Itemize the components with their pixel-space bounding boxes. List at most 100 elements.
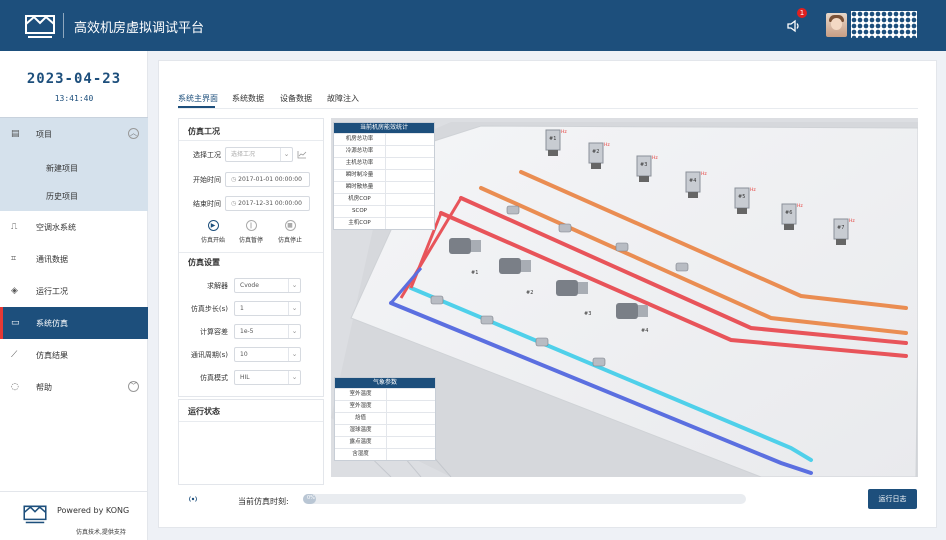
top-bar: 高效机房虚拟调试平台 1 — [0, 0, 946, 51]
sidebar-item-new-project[interactable]: 新建项目 — [0, 154, 148, 182]
project-icon: ▤ — [11, 129, 20, 139]
sidebar-item-operating[interactable]: ◈ 运行工况 — [0, 275, 148, 307]
tolerance-select[interactable]: 1e-5 ⌄ — [234, 324, 301, 339]
sidebar-item-comm[interactable]: ⌗ 通讯数据 — [0, 243, 148, 275]
sim-stop-button[interactable]: ■ 仿真停止 — [274, 220, 306, 244]
svg-text:Hz: Hz — [849, 218, 855, 224]
sidebar-item-label: 系统仿真 — [36, 319, 68, 328]
step-value: 1 — [240, 305, 244, 312]
chevron-down-icon: ⌄ — [288, 371, 300, 384]
svg-text:Hz: Hz — [604, 142, 610, 148]
play-icon: ▶ — [207, 220, 219, 231]
weather-row-label: 露点温度 — [335, 437, 387, 448]
end-time-value: 2017-12-31 00:00:00 — [238, 200, 302, 207]
solver-select[interactable]: Cvode ⌄ — [234, 278, 301, 293]
energy-row-label: SCOP — [334, 206, 386, 217]
sidebar-item-label: 仿真结果 — [36, 351, 68, 360]
start-time-label: 开始时间 — [193, 176, 221, 184]
comm-icon: ⌗ — [11, 254, 17, 264]
sidebar-item-label: 空调水系统 — [36, 223, 76, 232]
stop-icon: ■ — [284, 220, 296, 231]
chevron-down-icon[interactable]: ﹀ — [128, 381, 139, 392]
chiller-label: #3 — [584, 311, 591, 317]
chevron-down-icon: ⌄ — [288, 348, 300, 361]
tower-label: #5 — [738, 194, 745, 200]
sim-pause-label: 仿真暂停 — [238, 237, 263, 244]
run-status-title: 运行状态 — [188, 407, 220, 416]
tolerance-value: 1e-5 — [240, 328, 254, 335]
run-status-panel: 运行状态 — [178, 399, 324, 485]
trend-icon[interactable] — [297, 150, 307, 159]
chevron-down-icon: ⌄ — [280, 148, 292, 161]
select-condition-label: 选择工况 — [193, 151, 221, 159]
sidebar-item-results[interactable]: ⟋ 仿真结果 — [0, 339, 148, 371]
sidebar-item-hvac[interactable]: ⎍ 空调水系统 — [0, 211, 148, 243]
chevron-up-icon[interactable]: ︿ — [128, 128, 139, 139]
tower-label: #2 — [592, 149, 599, 155]
hvac-icon: ⎍ — [11, 222, 18, 232]
sim-start-button[interactable]: ▶ 仿真开始 — [197, 220, 229, 244]
notification-badge: 1 — [797, 8, 807, 18]
tower-label: #7 — [837, 225, 844, 231]
svg-text:Hz: Hz — [701, 171, 707, 177]
energy-row-label: 瞬时散热量 — [334, 182, 386, 193]
sim-mode-label: 仿真模式 — [200, 374, 228, 382]
divider — [179, 421, 323, 422]
sidebar-item-label: 项目 — [36, 130, 52, 139]
chiller-label: #1 — [471, 270, 478, 276]
app-title: 高效机房虚拟调试平台 — [74, 21, 205, 36]
sidebar-item-simulation[interactable]: ▭ 系统仿真 — [0, 307, 148, 339]
username-redacted[interactable] — [851, 11, 917, 38]
tab-system-data[interactable]: 系统数据 — [232, 93, 264, 104]
step-select[interactable]: 1 ⌄ — [234, 301, 301, 316]
tab-main[interactable]: 系统主界面 — [178, 93, 218, 104]
sim-stop-label: 仿真停止 — [277, 237, 302, 244]
chiller-label: #2 — [526, 290, 533, 296]
layers-icon: ◈ — [11, 286, 18, 296]
svg-text:Hz: Hz — [797, 203, 803, 209]
step-label: 仿真步长(s) — [190, 305, 228, 313]
weather-row-label: 含湿度 — [335, 449, 387, 460]
chevron-down-icon: ⌄ — [288, 279, 300, 292]
divider — [179, 140, 323, 141]
sim-mode-select[interactable]: HIL ⌄ — [234, 370, 301, 385]
tower-label: #1 — [549, 136, 556, 142]
sim-progress-bar: 0% — [303, 494, 746, 504]
energy-stats-table: 当前机房能效统计 机房总功率 冷源总功率 主机总功率 瞬时制冷量 瞬时散热量 机… — [333, 122, 435, 230]
powered-subtext: 仿真技术,提供支持 — [76, 529, 126, 536]
energy-row-label: 机房总功率 — [334, 134, 386, 145]
plant-diagram[interactable]: #1 #2 #3 #4 #5 #6 #7 Hz Hz Hz Hz Hz Hz Hz #1 … — [331, 118, 918, 477]
sidebar-item-label: 帮助 — [36, 383, 52, 392]
weather-row-label: 焓值 — [335, 413, 387, 424]
sidebar-item-label: 新建项目 — [46, 164, 78, 173]
start-time-input[interactable]: ◷ 2017-01-01 00:00:00 — [225, 172, 310, 187]
sidebar-item-project[interactable]: ▤ 项目 ︿ — [0, 118, 148, 150]
tab-device-data[interactable]: 设备数据 — [280, 93, 312, 104]
comm-period-select[interactable]: 10 ⌄ — [234, 347, 301, 362]
kong-logo — [25, 15, 55, 38]
condition-select[interactable]: 选择工况 ⌄ — [225, 147, 293, 162]
run-log-button[interactable]: 运行日志 — [868, 489, 917, 509]
end-time-input[interactable]: ◷ 2017-12-31 00:00:00 — [225, 196, 310, 211]
tab-fault-injection[interactable]: 故障注入 — [327, 93, 359, 104]
sidebar-item-help[interactable]: ◌ 帮助 ﹀ — [0, 371, 148, 403]
sidebar-item-label: 通讯数据 — [36, 255, 68, 264]
energy-row-label: 主机总功率 — [334, 158, 386, 169]
solver-label: 求解器 — [207, 282, 228, 290]
powered-by: Powered by KONG 仿真技术,提供支持 — [0, 491, 148, 540]
tower-label: #3 — [640, 162, 647, 168]
sidebar-item-history-project[interactable]: 历史项目 — [0, 182, 148, 210]
sim-pause-button[interactable]: ∥ 仿真暂停 — [235, 220, 267, 244]
tower-label: #4 — [689, 178, 696, 184]
comm-period-label: 通讯周期(s) — [190, 351, 228, 359]
monitor-icon: ▭ — [11, 318, 20, 328]
speaker-icon[interactable] — [786, 18, 802, 34]
svg-text:Hz: Hz — [561, 129, 567, 135]
sidebar-item-label: 运行工况 — [36, 287, 68, 296]
progress-text: 0% — [307, 495, 315, 501]
kong-logo — [23, 505, 47, 524]
avatar[interactable] — [826, 13, 847, 37]
weather-row-label: 室外湿度 — [335, 401, 387, 412]
project-group: ▤ 项目 ︿ 新建项目 历史项目 — [0, 117, 148, 211]
sidebar: 2023-04-23 13:41:40 ▤ 项目 ︿ 新建项目 历史项目 ⎍ 空… — [0, 51, 148, 540]
